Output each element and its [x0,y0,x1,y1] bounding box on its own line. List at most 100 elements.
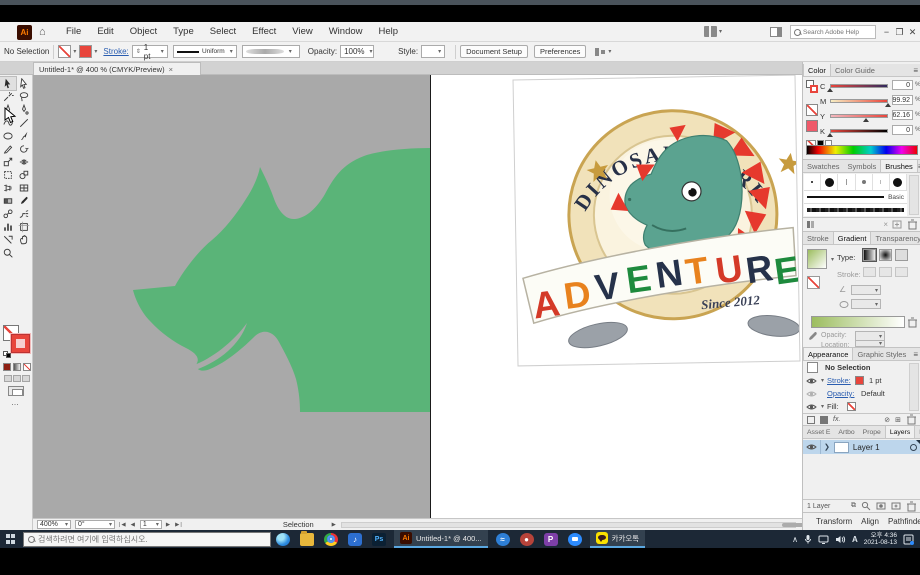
help-search-box[interactable] [790,25,876,39]
radial-gradient-button[interactable] [879,249,892,261]
media-app-icon[interactable]: ♪ [348,533,362,546]
draw-behind-button[interactable] [13,375,21,382]
tool-line-segment[interactable] [16,116,32,129]
notification-center-icon[interactable] [903,534,914,545]
channel-slider[interactable] [830,129,888,133]
screen-mode-button[interactable] [8,386,24,396]
rotation-field[interactable]: 0°▾ [75,520,115,529]
stroke-within-button[interactable] [863,267,876,277]
horizontal-scrollbar[interactable] [341,522,796,528]
panel-dock-icon[interactable] [770,27,782,37]
slider-marker[interactable] [827,88,833,92]
draw-normal-button[interactable] [4,375,12,382]
angle-select[interactable]: ▾ [851,285,881,295]
make-mask-icon[interactable] [876,501,886,511]
opacity-field[interactable]: 100%▾ [340,45,374,58]
tool-blend[interactable] [0,207,16,220]
linear-gradient-button[interactable] [863,249,876,261]
close-button[interactable]: ✕ [906,24,919,40]
none-button[interactable] [23,363,31,371]
menu-select[interactable]: Select [202,22,244,42]
channel-value-field[interactable]: 0 [892,80,913,90]
taskbar-search-input[interactable] [38,535,258,544]
stroke-across-button[interactable] [895,267,908,277]
tool-hand[interactable] [16,233,32,246]
panel-menu-icon[interactable]: ≡ [913,348,920,360]
tool-ellipse[interactable] [0,129,16,142]
appearance-fill-swatch[interactable] [847,402,856,411]
layer-expand-icon[interactable]: ❯ [824,443,830,451]
layer-row[interactable]: ❯ Layer 1 [803,440,920,454]
freeform-gradient-button[interactable] [895,249,908,261]
document-setup-button[interactable]: Document Setup [460,45,528,58]
preferences-button[interactable]: Preferences [534,45,586,58]
tool-zoom[interactable] [0,246,16,259]
illustrator-app-icon[interactable]: Ai [17,25,32,40]
gradient-none-swatch[interactable] [807,276,820,289]
tab-pathfinder[interactable]: Pathfinder [888,517,920,526]
appearance-stroke-label[interactable]: Stroke: [827,376,851,385]
tool-mesh[interactable] [16,181,32,194]
gradient-button[interactable] [13,363,21,371]
tool-pencil[interactable] [0,142,16,155]
help-search-input[interactable] [803,29,869,36]
tool-column-graph[interactable] [0,220,16,233]
brush-definition-dropdown[interactable]: Uniform▾ [173,45,237,58]
tool-paintbrush[interactable] [16,129,32,142]
taskbar-search-box[interactable] [23,532,271,547]
panel-menu-icon[interactable]: ≡ [913,64,920,76]
restore-button[interactable]: ❐ [893,24,906,40]
tab-align[interactable]: Align [861,517,879,526]
tool-lasso[interactable] [16,90,32,103]
tool-free-transform[interactable] [0,168,16,181]
minimize-button[interactable]: − [880,24,893,40]
visibility-eye-icon[interactable] [806,403,817,411]
last-artboard-icon[interactable]: ▶| [175,522,183,528]
channel-slider[interactable] [830,114,888,118]
tab-appearance[interactable]: Appearance [803,348,853,360]
visibility-eye-icon[interactable] [806,390,817,398]
scrollbar-thumb[interactable] [782,523,802,527]
stroke-along-button[interactable] [879,267,892,277]
visibility-eye-icon[interactable] [806,377,817,385]
style-dropdown[interactable]: ▾ [421,45,445,58]
eyedropper-small-icon[interactable] [808,331,818,342]
photoshop-icon[interactable]: Ps [372,533,386,546]
stroke-weight-field[interactable]: ⇕1 pt▾ [132,45,168,58]
brush-libraries-icon[interactable] [806,219,817,229]
align-options[interactable]: ▾ [594,47,611,57]
microphone-icon[interactable] [804,534,812,544]
clear-appearance-icon[interactable]: ⊘ [884,416,890,424]
workspace-switcher[interactable]: ▾ [704,26,722,37]
delete-layer-icon[interactable] [906,501,917,512]
collect-layers-icon[interactable]: ⧉ [851,502,856,510]
ime-indicator[interactable]: A [852,535,858,544]
tool-artboard[interactable] [16,220,32,233]
new-fill-icon[interactable] [820,416,828,424]
kakaotalk-taskbar-window[interactable]: 카카오톡 [590,530,646,548]
hidden-icons-chevron[interactable]: ∧ [792,535,798,544]
tool-curvature[interactable] [16,103,32,116]
edge-icon[interactable] [276,533,290,546]
appearance-stroke-row[interactable]: ▾ Stroke: 1 pt [803,374,920,387]
tool-scale[interactable] [0,155,16,168]
next-artboard-icon[interactable]: ▶ [166,522,171,528]
tool-perspective-grid[interactable] [0,181,16,194]
picpick-icon[interactable]: P [544,533,558,546]
default-fill-stroke-icon[interactable] [3,351,12,358]
appearance-opacity-label[interactable]: Opacity: [827,389,855,398]
tool-eyedropper[interactable] [16,194,32,207]
stroke-link[interactable]: Stroke: [103,47,128,56]
appearance-fill-row[interactable]: ▾ Fill: [803,400,920,413]
tool-gradient[interactable] [0,194,16,207]
brush-list-row[interactable] [804,174,907,191]
menu-help[interactable]: Help [371,22,407,42]
file-explorer-icon[interactable] [300,533,314,546]
gradient-slider-bar[interactable] [811,316,905,328]
channel-value-field[interactable]: 99.92 [892,95,913,105]
tab-stroke[interactable]: Stroke [803,232,833,244]
basic-brush-row[interactable]: Basic [804,191,907,204]
zoom-icon[interactable] [568,533,582,546]
new-sublayer-icon[interactable] [891,501,901,511]
altools-icon[interactable]: ≈ [496,533,510,546]
